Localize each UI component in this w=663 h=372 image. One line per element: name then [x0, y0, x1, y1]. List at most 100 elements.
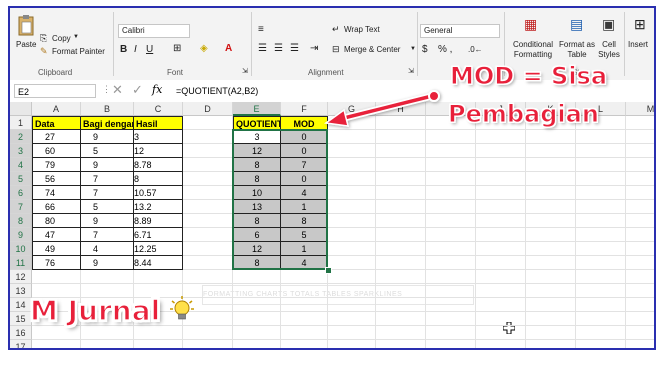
cell[interactable] — [476, 242, 526, 256]
cell[interactable] — [281, 340, 328, 348]
row-header-12[interactable]: 12 — [10, 270, 32, 284]
row-header-15[interactable]: 15 — [10, 312, 32, 326]
cell[interactable] — [328, 228, 376, 242]
percent-comma-buttons[interactable]: % , — [438, 44, 452, 55]
table-cell[interactable]: 8 — [233, 158, 281, 172]
cell[interactable] — [426, 270, 476, 284]
table-cell[interactable]: 9 — [81, 214, 134, 228]
format-painter-button[interactable]: ✎ Format Painter — [40, 46, 112, 58]
cell[interactable] — [526, 242, 576, 256]
cell[interactable] — [526, 158, 576, 172]
cell[interactable] — [576, 200, 626, 214]
table-cell[interactable]: 47 — [32, 228, 81, 242]
cell[interactable] — [328, 284, 376, 298]
cell[interactable] — [183, 158, 233, 172]
table-cell[interactable]: 8 — [233, 214, 281, 228]
cell[interactable] — [476, 298, 526, 312]
cell[interactable] — [328, 256, 376, 270]
cancel-icon[interactable]: ✕ — [112, 82, 123, 98]
cell[interactable] — [376, 172, 426, 186]
table-cell[interactable]: 12 — [233, 144, 281, 158]
cell[interactable] — [328, 186, 376, 200]
cell[interactable] — [328, 340, 376, 348]
insert-button[interactable]: ⊞ Insert — [626, 17, 654, 66]
table-cell[interactable]: 12 — [233, 242, 281, 256]
cell[interactable] — [328, 144, 376, 158]
table-cell[interactable]: 12.25 — [134, 242, 183, 256]
cell[interactable] — [576, 228, 626, 242]
cell[interactable] — [476, 340, 526, 348]
row-header-7[interactable]: 7 — [10, 200, 32, 214]
cell[interactable] — [376, 130, 426, 144]
table-cell[interactable]: 8 — [281, 214, 328, 228]
table-cell[interactable]: 5 — [281, 228, 328, 242]
align-top-icon[interactable]: ≡ — [258, 24, 264, 35]
cell[interactable] — [626, 242, 654, 256]
table-header-cell[interactable]: MOD — [281, 116, 328, 130]
cell[interactable] — [526, 172, 576, 186]
row-header-8[interactable]: 8 — [10, 214, 32, 228]
cell[interactable] — [576, 158, 626, 172]
cell[interactable] — [576, 312, 626, 326]
table-cell[interactable]: 60 — [32, 144, 81, 158]
align-left-icon[interactable]: ☰ — [258, 43, 267, 54]
cell[interactable] — [526, 256, 576, 270]
table-cell[interactable]: 10.57 — [134, 186, 183, 200]
table-cell[interactable]: 8.44 — [134, 256, 183, 270]
table-header-cell[interactable]: Hasil — [134, 116, 183, 130]
column-header-c[interactable]: C — [134, 102, 183, 116]
cell[interactable] — [328, 200, 376, 214]
cell[interactable] — [626, 312, 654, 326]
cell[interactable] — [328, 242, 376, 256]
cell[interactable] — [281, 284, 328, 298]
table-cell[interactable]: 13 — [233, 200, 281, 214]
cell[interactable] — [626, 214, 654, 228]
cell[interactable] — [183, 130, 233, 144]
column-header-g[interactable]: G — [328, 102, 376, 116]
table-cell[interactable]: 74 — [32, 186, 81, 200]
cell[interactable] — [476, 158, 526, 172]
cell[interactable] — [576, 284, 626, 298]
cell[interactable] — [183, 214, 233, 228]
cell[interactable] — [183, 242, 233, 256]
cell[interactable] — [328, 116, 376, 130]
table-cell[interactable]: 8 — [134, 172, 183, 186]
cell[interactable] — [426, 312, 476, 326]
align-center-icon[interactable]: ☰ — [274, 43, 283, 54]
cell[interactable] — [183, 228, 233, 242]
cell[interactable] — [476, 214, 526, 228]
cell[interactable] — [233, 340, 281, 348]
select-all-corner[interactable] — [10, 102, 32, 116]
table-cell[interactable]: 4 — [81, 242, 134, 256]
table-cell[interactable]: 5 — [81, 200, 134, 214]
row-header-1[interactable]: 1 — [10, 116, 32, 130]
cell[interactable] — [376, 298, 426, 312]
cell[interactable] — [328, 312, 376, 326]
fill-color-icon[interactable]: ◈ — [200, 43, 208, 54]
formula-input[interactable]: =QUOTIENT(A2,B2) — [176, 85, 258, 97]
cell[interactable] — [576, 340, 626, 348]
cell[interactable] — [576, 270, 626, 284]
cell[interactable] — [626, 326, 654, 340]
table-cell[interactable]: 12 — [134, 144, 183, 158]
cell[interactable] — [183, 340, 233, 348]
italic-button[interactable]: I — [134, 44, 137, 55]
cell[interactable] — [281, 312, 328, 326]
cell[interactable] — [576, 242, 626, 256]
font-dialog-launcher-icon[interactable]: ⇲ — [242, 67, 248, 75]
cell[interactable] — [476, 312, 526, 326]
cell[interactable] — [281, 270, 328, 284]
column-header-a[interactable]: A — [32, 102, 81, 116]
column-header-b[interactable]: B — [81, 102, 134, 116]
cell-styles-button[interactable]: ▣ Cell Styles — [596, 17, 622, 66]
table-cell[interactable]: 8.78 — [134, 158, 183, 172]
cell[interactable] — [626, 186, 654, 200]
table-cell[interactable]: 8.89 — [134, 214, 183, 228]
table-cell[interactable]: 7 — [81, 172, 134, 186]
cell[interactable] — [328, 326, 376, 340]
cell[interactable] — [476, 186, 526, 200]
cell[interactable] — [626, 228, 654, 242]
cell[interactable] — [376, 270, 426, 284]
borders-icon[interactable]: ⊞ — [173, 43, 181, 54]
cell[interactable] — [526, 186, 576, 200]
